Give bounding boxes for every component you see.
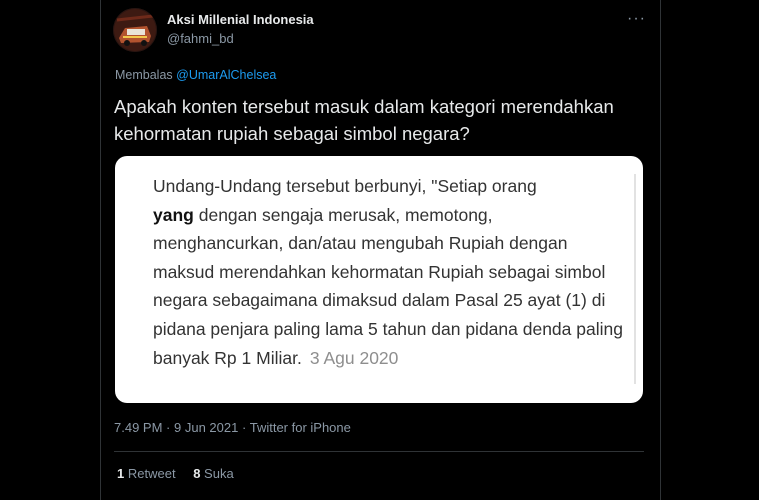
divider bbox=[114, 451, 644, 452]
reply-prefix: Membalas bbox=[115, 68, 173, 82]
tweet-date[interactable]: 9 Jun 2021 bbox=[174, 420, 238, 435]
tweet-text: Apakah konten tersebut masuk dalam kateg… bbox=[114, 96, 614, 144]
quoted-date: 3 Agu 2020 bbox=[309, 347, 399, 368]
tweet-meta: 7.49 PM · 9 Jun 2021 · Twitter for iPhon… bbox=[114, 420, 351, 435]
avatar-image bbox=[113, 8, 157, 52]
meta-separator: · bbox=[166, 420, 171, 435]
more-horizontal-icon[interactable]: ··· bbox=[627, 10, 646, 28]
quoted-image[interactable]: Undang-Undang tersebut berbunyi, "Setiap… bbox=[115, 156, 643, 403]
quoted-text: Undang-Undang tersebut berbunyi, "Setiap… bbox=[153, 172, 623, 372]
tweet-source[interactable]: Twitter for iPhone bbox=[250, 420, 351, 435]
retweet-count[interactable]: 1 Retweet bbox=[117, 466, 176, 481]
quoted-scrollbar bbox=[634, 174, 636, 384]
author-name[interactable]: Aksi Millenial Indonesia bbox=[167, 12, 314, 27]
tweet-stats: 1 Retweet 8 Suka bbox=[117, 466, 248, 481]
meta-separator: · bbox=[241, 420, 247, 435]
reply-mention-link[interactable]: @UmarAlChelsea bbox=[176, 68, 276, 82]
tweet-time[interactable]: 7.49 PM bbox=[114, 420, 162, 435]
author-handle[interactable]: @fahmi_bd bbox=[167, 31, 234, 46]
avatar[interactable] bbox=[113, 8, 157, 52]
quoted-text-start: Undang-Undang tersebut berbunyi, "Setiap… bbox=[153, 176, 537, 196]
reply-context: Membalas @UmarAlChelsea bbox=[115, 68, 276, 82]
quoted-text-bold: yang bbox=[153, 204, 194, 225]
like-count[interactable]: 8 Suka bbox=[193, 466, 234, 481]
quoted-text-rest: dengan sengaja merusak, memotong, mengha… bbox=[153, 204, 623, 368]
